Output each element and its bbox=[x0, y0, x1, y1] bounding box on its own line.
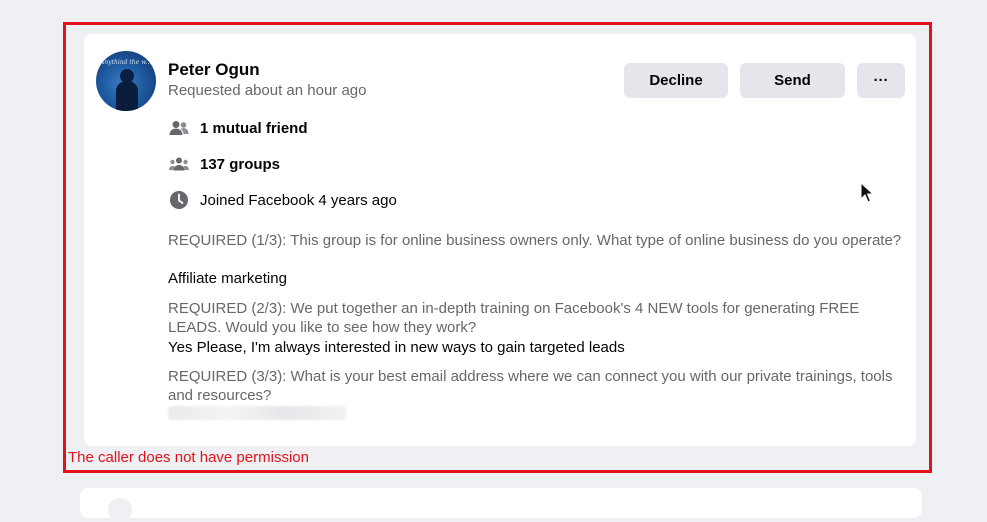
next-request-card bbox=[80, 488, 922, 522]
groups-icon bbox=[168, 153, 190, 175]
question-3: REQUIRED (3/3): What is your best email … bbox=[168, 368, 893, 404]
avatar[interactable]: Anythind the w... bbox=[96, 51, 156, 111]
decline-button[interactable]: Decline bbox=[624, 63, 728, 98]
mouse-cursor-icon bbox=[860, 181, 875, 209]
question-1: REQUIRED (1/3): This group is for online… bbox=[168, 232, 902, 249]
send-button[interactable]: Send bbox=[740, 63, 845, 98]
groups-text[interactable]: 137 groups bbox=[200, 156, 280, 173]
clock-icon bbox=[168, 189, 190, 211]
mutual-friends-row: 1 mutual friend bbox=[168, 117, 308, 139]
next-avatar bbox=[108, 498, 132, 522]
question-2: REQUIRED (2/3): We put together an in-de… bbox=[168, 300, 860, 336]
joined-text: Joined Facebook 4 years ago bbox=[200, 191, 397, 209]
error-message: The caller does not have permission bbox=[68, 449, 309, 466]
avatar-caption: Anythind the w... bbox=[100, 59, 152, 66]
more-options-button[interactable]: ··· bbox=[857, 63, 905, 98]
answer-2: Yes Please, I'm always interested in new… bbox=[168, 339, 625, 356]
groups-row: 137 groups bbox=[168, 153, 280, 175]
requester-name[interactable]: Peter Ogun bbox=[168, 60, 260, 80]
answer-1: Affiliate marketing bbox=[168, 270, 287, 287]
redacted-answer-3 bbox=[168, 406, 346, 420]
mutual-friends-text[interactable]: 1 mutual friend bbox=[200, 120, 308, 137]
requested-time: Requested about an hour ago bbox=[168, 82, 367, 99]
people-icon bbox=[168, 117, 190, 139]
joined-row: Joined Facebook 4 years ago bbox=[168, 189, 397, 211]
